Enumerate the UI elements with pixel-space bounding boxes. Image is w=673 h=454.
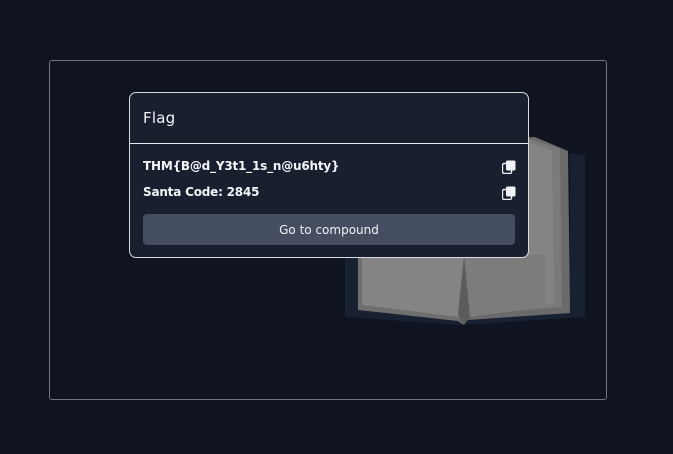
flag-modal: Flag THM{B@d_Y3t1_1s_n@u6hty} Santa Code… [129, 92, 529, 258]
modal-header: Flag [130, 93, 528, 144]
santa-code-row: Santa Code: 2845 [143, 183, 516, 201]
modal-title: Flag [143, 109, 176, 127]
copy-santa-code-icon[interactable] [501, 185, 516, 201]
flag-text: THM{B@d_Y3t1_1s_n@u6hty} [143, 159, 340, 173]
copy-flag-icon[interactable] [501, 159, 516, 175]
go-to-compound-button[interactable]: Go to compound [143, 214, 515, 245]
santa-code-text: Santa Code: 2845 [143, 185, 260, 199]
flag-row: THM{B@d_Y3t1_1s_n@u6hty} [143, 157, 516, 175]
